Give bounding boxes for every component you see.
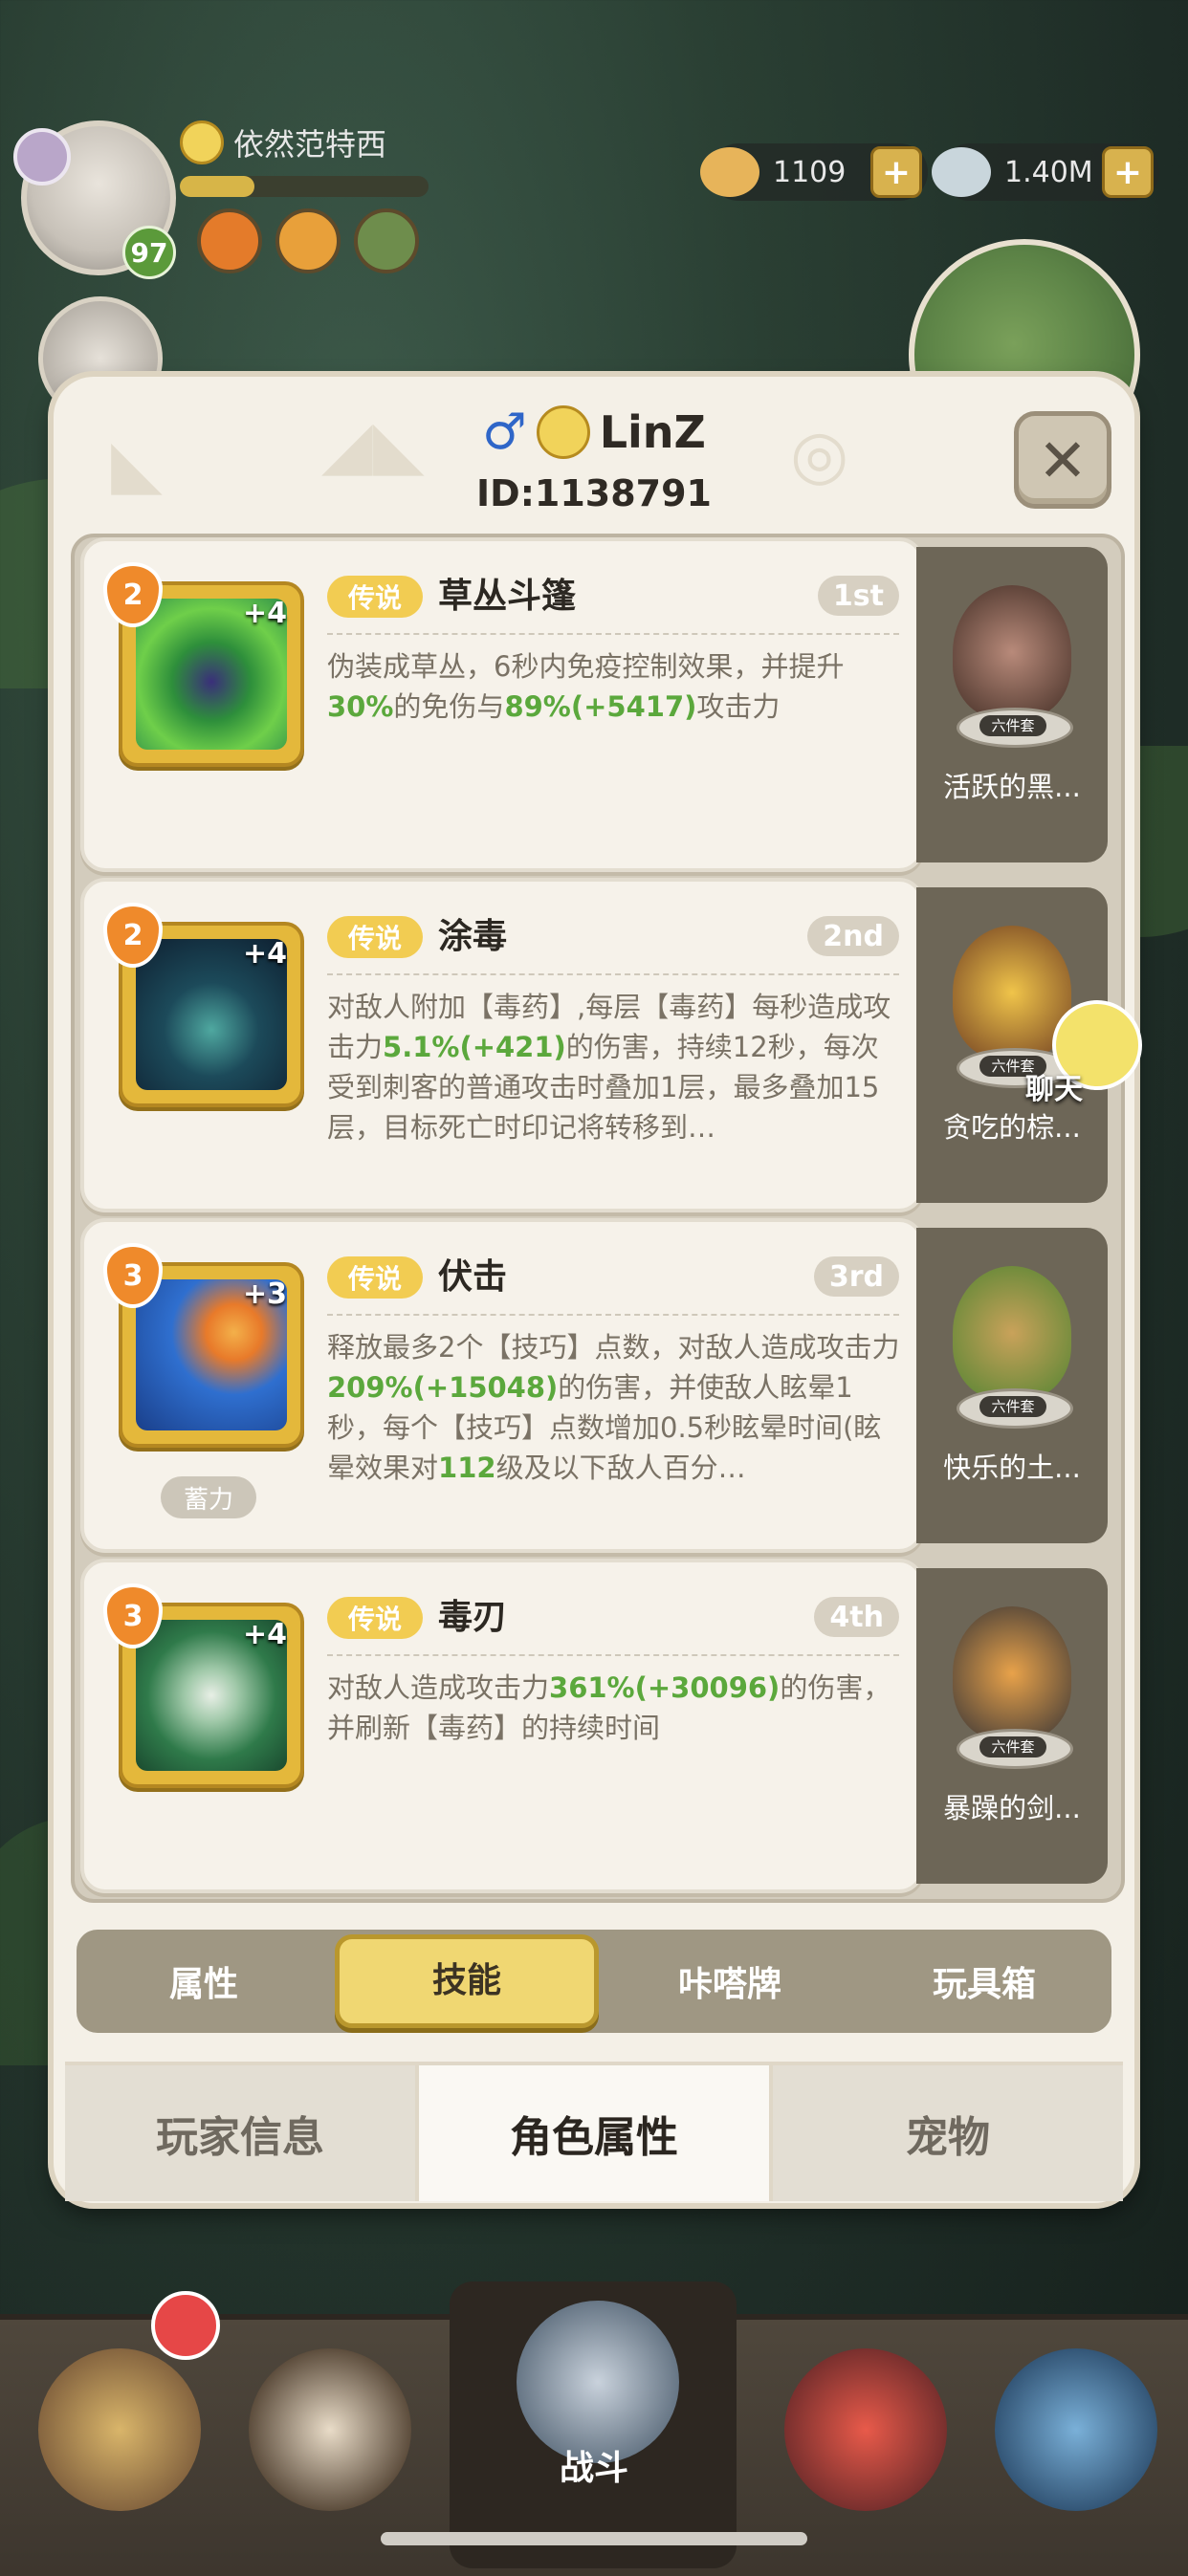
experience-bar-fill (180, 176, 254, 197)
tab-pets[interactable]: 宠物 (773, 2065, 1123, 2201)
male-icon: ♂ (482, 404, 527, 461)
pearl-icon (932, 147, 991, 197)
divider (327, 633, 899, 635)
tab-attributes[interactable]: 属性 (77, 1956, 331, 2006)
boar-figurine-icon (953, 585, 1071, 719)
seashell-amount: 1109 (773, 155, 847, 189)
tab-player-info[interactable]: 玩家信息 (65, 2065, 415, 2201)
skill-card[interactable]: +4 2 传说 草丛斗篷 1st 伪装成草丛，6秒内免疫控制效果，并提升30%的… (80, 537, 924, 872)
chip-medal-icon[interactable] (197, 208, 262, 273)
palm-monkey-figurine-icon (953, 1266, 1071, 1400)
skill-list[interactable]: +4 2 传说 草丛斗篷 1st 伪装成草丛，6秒内免疫控制效果，并提升30%的… (71, 534, 1125, 1903)
skill-upgrade-count: +4 (242, 937, 287, 971)
character-id: ID:1138791 (476, 472, 712, 514)
main-tab-bar: 玩家信息 角色属性 宠物 (65, 2062, 1123, 2201)
rarity-tag: 传说 (327, 1597, 423, 1639)
seashell-icon (700, 147, 759, 197)
smile-emoji-icon (180, 120, 224, 164)
pearl-currency: 1.40M + (932, 143, 1159, 201)
companion-tile[interactable]: 六件套 暴躁的剑... (916, 1568, 1108, 1884)
divider (327, 973, 899, 975)
add-pearl-button[interactable]: + (1102, 146, 1154, 198)
avatar-frame-badge-icon (13, 128, 71, 186)
character-name: LinZ (599, 406, 706, 458)
leaf-medal-icon[interactable] (354, 208, 419, 273)
tiger-swordsman-figurine-icon (953, 1606, 1071, 1740)
medal-row (197, 208, 419, 273)
skill-name: 草丛斗篷 (438, 577, 577, 616)
rarity-tag: 传说 (327, 576, 423, 618)
add-seashell-button[interactable]: + (870, 146, 922, 198)
nav-battle-label[interactable]: 战斗 (0, 2440, 1188, 2490)
chat-label[interactable]: 聊天 (1025, 1065, 1083, 1107)
set-tag: 六件套 (979, 1736, 1046, 1757)
spiral-medal-icon[interactable] (275, 208, 341, 273)
rarity-tag: 传说 (327, 1256, 423, 1299)
close-button[interactable]: ✕ (1014, 411, 1111, 509)
close-icon: ✕ (1038, 425, 1088, 495)
companion-name: 活跃的黑... (943, 771, 1081, 803)
charge-tag: 蓄力 (161, 1476, 256, 1518)
rarity-tag: 传说 (327, 916, 423, 958)
tab-character-attributes[interactable]: 角色属性 (415, 2065, 773, 2201)
skill-card[interactable]: +4 2 传说 涂毒 2nd 对敌人附加【毒药】,每层【毒药】每秒造成攻击力5.… (80, 878, 924, 1212)
skill-rank-badge: 4th (814, 1597, 899, 1637)
set-tag: 六件套 (979, 715, 1046, 736)
skill-description: 对敌人附加【毒药】,每层【毒药】每秒造成攻击力5.1%(+421)的伤害，持续1… (327, 991, 891, 1144)
skill-rank-badge: 1st (817, 576, 899, 616)
player-name: 依然范特西 (233, 126, 387, 163)
skill-rank-badge: 2nd (807, 916, 899, 956)
pearl-amount: 1.40M (1004, 155, 1093, 189)
player-level-badge: 97 (122, 226, 176, 279)
skill-name: 伏击 (438, 1257, 508, 1297)
profile-panel: ◣ ◢◣ ◎ ♂ LinZ ID:1138791 ✕ +4 2 传说 草丛斗篷 … (54, 377, 1134, 2203)
skill-description: 对敌人造成攻击力361%(+30096)的伤害，并刷新【毒药】的持续时间 (327, 1671, 891, 1744)
skill-description: 释放最多2个【技巧】点数，对敌人造成攻击力209%(+15048)的伤害，并使敌… (327, 1331, 900, 1484)
companion-tile[interactable]: 六件套 活跃的黑... (916, 547, 1108, 862)
companion-name: 暴躁的剑... (943, 1792, 1081, 1824)
tab-cards[interactable]: 咔嗒牌 (603, 1956, 857, 2006)
smile-emoji-icon (536, 405, 590, 459)
home-indicator[interactable] (381, 2532, 807, 2545)
skill-card[interactable]: +4 3 传说 毒刃 4th 对敌人造成攻击力361%(+30096)的伤害，并… (80, 1559, 924, 1893)
skill-upgrade-count: +3 (242, 1277, 287, 1311)
notification-bell-icon[interactable] (151, 2291, 220, 2360)
player-name-row: 依然范特西 (180, 120, 386, 164)
experience-bar (180, 176, 429, 197)
skill-card[interactable]: +3 3 蓄力 传说 伏击 3rd 释放最多2个【技巧】点数，对敌人造成攻击力2… (80, 1218, 924, 1553)
skill-rank-badge: 3rd (813, 1256, 899, 1297)
skill-name: 毒刃 (438, 1598, 508, 1637)
set-tag: 六件套 (979, 1396, 1046, 1417)
skill-description: 伪装成草丛，6秒内免疫控制效果，并提升30%的免伤与89%(+5417)攻击力 (327, 650, 845, 723)
nav-battle-icon[interactable] (517, 2301, 679, 2463)
tab-skills[interactable]: 技能 (335, 1934, 599, 2028)
companion-name: 贪吃的棕... (943, 1111, 1081, 1144)
skill-name: 涂毒 (438, 917, 508, 956)
tab-toybox[interactable]: 玩具箱 (857, 1956, 1111, 2006)
title-row: ♂ LinZ (54, 404, 1134, 461)
divider (327, 1314, 899, 1316)
skill-upgrade-count: +4 (242, 1618, 287, 1651)
companion-name: 快乐的土... (943, 1452, 1081, 1484)
seashell-currency: 1109 + (700, 143, 928, 201)
divider (327, 1654, 899, 1656)
sub-tab-bar: 属性 技能 咔嗒牌 玩具箱 (77, 1930, 1111, 2033)
skill-upgrade-count: +4 (242, 597, 287, 630)
companion-tile[interactable]: 六件套 快乐的土... (916, 1228, 1108, 1543)
